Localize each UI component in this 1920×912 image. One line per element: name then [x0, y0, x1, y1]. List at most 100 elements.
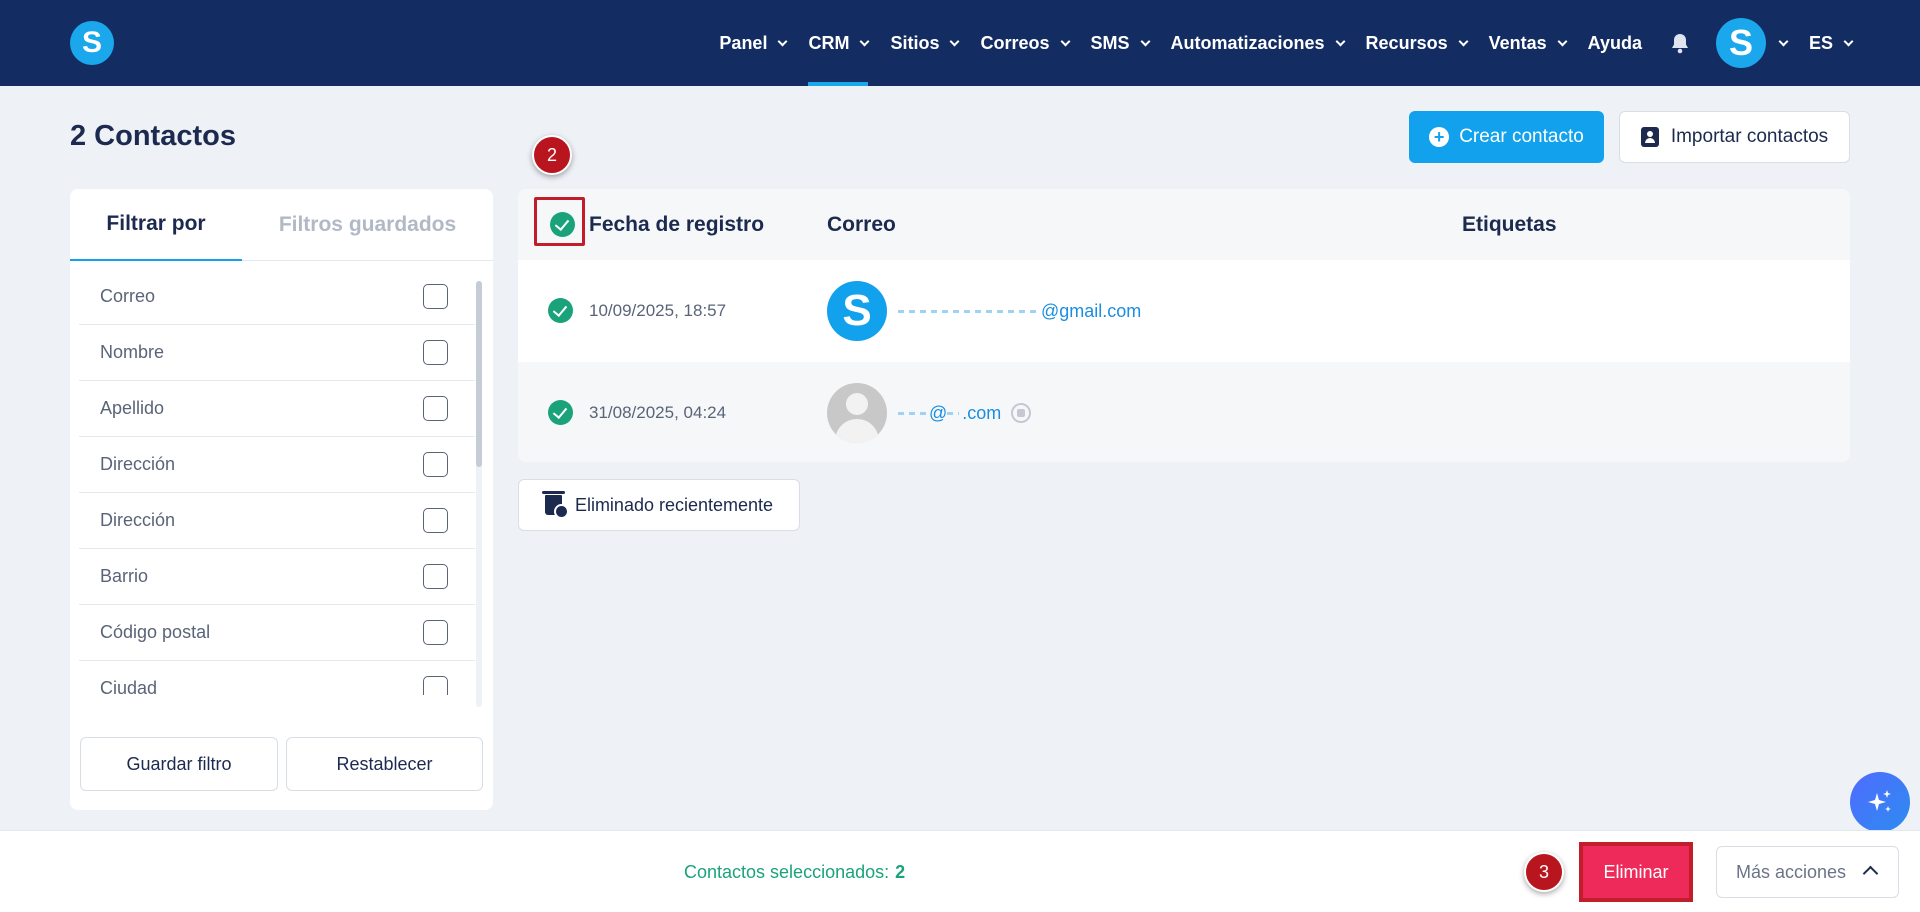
redacted-text [898, 309, 1038, 313]
column-header-tags[interactable]: Etiquetas [1462, 189, 1557, 260]
filter-checkbox[interactable] [423, 284, 448, 309]
filter-item-barrio[interactable]: Barrio [79, 549, 475, 605]
nav-label: Automatizaciones [1170, 32, 1325, 53]
column-header-date[interactable]: Fecha de registro [589, 189, 764, 260]
chevron-down-icon [1060, 36, 1070, 46]
filter-label: Código postal [100, 622, 211, 642]
chevron-down-icon [1557, 36, 1568, 46]
ai-sparkle-button[interactable] [1850, 772, 1910, 832]
import-contacts-label: Importar contactos [1670, 126, 1829, 147]
chevron-down-icon [1778, 36, 1789, 46]
filter-checkbox[interactable] [423, 340, 448, 365]
email-part-at: @ [929, 402, 948, 423]
more-actions-button[interactable]: Más acciones [1716, 846, 1899, 898]
filter-tabs: Filtrar por Filtros guardados [70, 189, 493, 261]
filter-item-nombre[interactable]: Nombre [79, 325, 475, 381]
chevron-down-icon [1458, 36, 1469, 46]
nav-ayuda[interactable]: Ayuda [1588, 0, 1642, 86]
brand-logo[interactable]: S [70, 21, 114, 65]
filter-label: Dirección [100, 454, 176, 474]
email-part-tld: .com [962, 402, 1002, 423]
nav-crm[interactable]: CRM [808, 0, 870, 86]
more-actions-label: Más acciones [1736, 861, 1847, 882]
filter-label: Nombre [100, 342, 165, 362]
language-label: ES [1808, 32, 1833, 53]
chevron-down-icon [1335, 36, 1345, 46]
column-header-email[interactable]: Correo [827, 189, 896, 260]
recently-deleted-button[interactable]: Eliminado recientemente [518, 479, 800, 531]
table-row[interactable]: 31/08/2025, 04:24 @ .com [518, 362, 1850, 462]
filter-item-ciudad[interactable]: Ciudad [79, 661, 475, 695]
filter-checkbox[interactable] [423, 508, 448, 533]
filter-label: Barrio [100, 566, 149, 586]
contact-avatar: S [827, 281, 887, 341]
nav-ventas[interactable]: Ventas [1489, 0, 1568, 86]
top-navbar: S Panel CRM Sitios Correos SMS Automatiz… [0, 0, 1920, 86]
nav-sitios[interactable]: Sitios [890, 0, 960, 86]
filter-checkbox[interactable] [423, 396, 448, 421]
create-contact-label: Crear contacto [1459, 126, 1584, 147]
filter-checkbox[interactable] [423, 452, 448, 477]
contact-email-link[interactable]: @gmail.com [898, 260, 1141, 362]
contacts-table: Fecha de registro Correo Etiquetas 10/09… [518, 189, 1850, 462]
user-menu[interactable]: S [1690, 18, 1789, 68]
chevron-down-icon [950, 36, 960, 46]
filter-checkbox[interactable] [423, 676, 448, 695]
language-selector[interactable]: ES [1808, 0, 1854, 86]
nav-label: Panel [719, 32, 768, 53]
filter-list: Correo Nombre Apellido Dirección Direcci… [79, 269, 475, 695]
nav-sms[interactable]: SMS [1091, 0, 1150, 86]
row-checkbox[interactable] [548, 400, 573, 425]
scrollbar-thumb[interactable] [476, 281, 482, 467]
chevron-down-icon [1140, 36, 1150, 46]
contact-card-icon [1640, 127, 1659, 147]
selected-contacts-status: Contactos seleccionados: 2 [684, 831, 905, 912]
nav-label: CRM [808, 32, 850, 53]
tab-filter-by[interactable]: Filtrar por [70, 189, 242, 261]
filter-item-direccion-2[interactable]: Dirección [79, 493, 475, 549]
filter-label: Correo [100, 286, 156, 306]
status-icon [1011, 403, 1032, 423]
default-avatar-icon [827, 383, 887, 443]
contact-email-link[interactable]: @ .com [898, 362, 1032, 462]
filter-checkbox[interactable] [423, 620, 448, 645]
email-domain: @gmail.com [1041, 300, 1142, 321]
chevron-down-icon [1843, 36, 1854, 46]
bell-icon[interactable] [1670, 32, 1690, 54]
selected-label: Contactos seleccionados: [684, 861, 890, 882]
filter-item-correo[interactable]: Correo [79, 269, 475, 325]
reset-filter-button[interactable]: Restablecer [286, 737, 483, 791]
filter-checkbox[interactable] [423, 564, 448, 589]
create-contact-button[interactable]: + Crear contacto [1409, 111, 1604, 163]
registration-date: 31/08/2025, 04:24 [589, 403, 727, 422]
plus-circle-icon: + [1429, 127, 1450, 147]
nav-label: Recursos [1365, 32, 1448, 53]
registration-date: 10/09/2025, 18:57 [589, 301, 727, 320]
filter-item-codigo-postal[interactable]: Código postal [79, 605, 475, 661]
nav-panel[interactable]: Panel [719, 0, 788, 86]
nav-label: Ayuda [1587, 32, 1642, 53]
nav-label: Correos [980, 32, 1050, 53]
import-contacts-button[interactable]: Importar contactos [1619, 111, 1850, 163]
tab-saved-filters[interactable]: Filtros guardados [242, 189, 493, 261]
nav-label: Sitios [890, 32, 940, 53]
filter-label: Dirección [100, 510, 176, 530]
user-avatar: S [1715, 18, 1766, 68]
filter-scrollbar[interactable] [476, 281, 482, 707]
nav-correos[interactable]: Correos [980, 0, 1070, 86]
step-badge-3: 3 [1524, 852, 1564, 892]
main-nav: Panel CRM Sitios Correos SMS Automatizac… [697, 0, 1854, 86]
row-checkbox[interactable] [548, 298, 573, 323]
redacted-text [898, 411, 926, 415]
filter-label: Ciudad [100, 678, 158, 695]
delete-button[interactable]: Eliminar [1579, 842, 1693, 902]
save-filter-button[interactable]: Guardar filtro [80, 737, 278, 791]
nav-automatizaciones[interactable]: Automatizaciones [1170, 0, 1345, 86]
filter-item-apellido[interactable]: Apellido [79, 381, 475, 437]
nav-recursos[interactable]: Recursos [1365, 0, 1469, 86]
trash-clock-icon [541, 491, 569, 519]
step-badge-2: 2 [532, 135, 572, 175]
table-row[interactable]: 10/09/2025, 18:57 S @gmail.com [518, 260, 1850, 362]
filter-item-direccion[interactable]: Dirección [79, 437, 475, 493]
table-header: Fecha de registro Correo Etiquetas [518, 189, 1850, 260]
